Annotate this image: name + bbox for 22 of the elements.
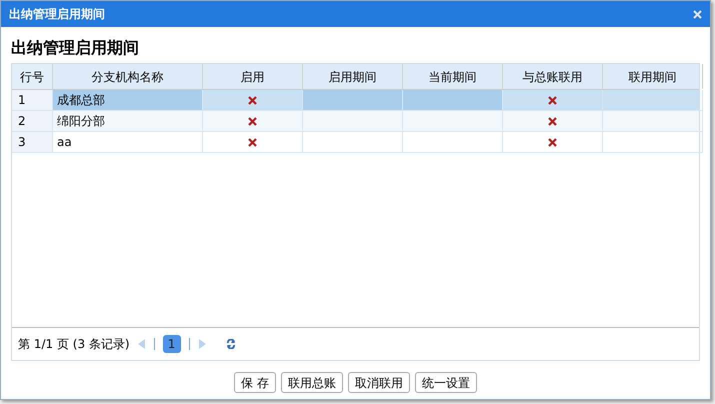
action-button[interactable]: 联用总账: [280, 372, 343, 393]
table-cell: 2: [12, 111, 53, 132]
column-header[interactable]: 启用期间: [303, 64, 403, 89]
column-header[interactable]: 当前期间: [403, 64, 503, 89]
page-button[interactable]: 1: [162, 335, 181, 353]
window-title: 出纳管理启用期间: [9, 6, 105, 23]
close-icon[interactable]: [693, 10, 702, 18]
table-cell: 1: [12, 90, 53, 111]
action-button[interactable]: 取消联用: [348, 372, 410, 393]
column-header[interactable]: 联用期间: [603, 64, 703, 89]
column-header[interactable]: 分支机构名称: [53, 64, 203, 89]
page-heading: 出纳管理启用期间: [11, 37, 140, 59]
column-header[interactable]: 启用: [203, 64, 303, 89]
table-cell: 成都总部: [53, 90, 203, 111]
action-button[interactable]: 统一设置: [414, 372, 477, 393]
column-header[interactable]: 行号: [12, 64, 53, 89]
action-button[interactable]: 保 存: [234, 372, 276, 393]
table-cell: aa: [53, 132, 203, 153]
table-cell: 3: [12, 132, 53, 153]
page-info: 第 1/1 页 (3 条记录): [18, 336, 130, 353]
column-header[interactable]: 与总账联用: [503, 64, 603, 89]
refresh-icon[interactable]: [226, 339, 236, 349]
